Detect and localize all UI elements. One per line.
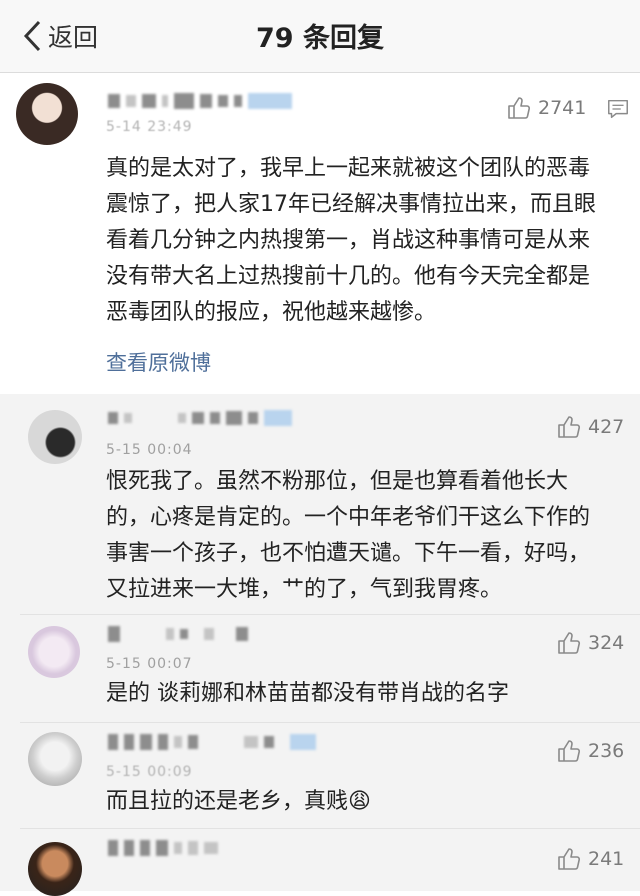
- page-title: 79 条回复: [256, 23, 384, 54]
- comment-time: 5-15 00:04: [106, 442, 193, 458]
- comment-time: 5-14 23:49: [106, 119, 193, 135]
- avatar[interactable]: [28, 732, 82, 786]
- avatar[interactable]: [16, 83, 78, 145]
- username-blurred[interactable]: [108, 840, 218, 856]
- like-count: 241: [588, 848, 625, 870]
- thumbs-up-icon: [558, 416, 581, 438]
- divider: [20, 614, 640, 615]
- comment-time: 5-15 00:09: [106, 764, 193, 780]
- like-count: 2741: [538, 97, 587, 119]
- like-button[interactable]: 324: [556, 630, 624, 656]
- comment-text: 而且拉的还是老乡，真贱😩: [106, 789, 371, 814]
- thumbs-up-icon: [558, 740, 581, 762]
- thumbs-up-icon: [508, 97, 531, 119]
- like-button[interactable]: 236: [556, 738, 624, 764]
- comment-card: 5-14 23:49 2741 真的是太对了，我早上一起来就被这个团队的恶毒震惊…: [0, 73, 640, 394]
- comment-icon[interactable]: [606, 97, 630, 121]
- thumbs-up-icon: [558, 632, 581, 654]
- like-count: 324: [588, 632, 625, 654]
- username-blurred[interactable]: [108, 734, 316, 750]
- view-original-link[interactable]: 查看原微博: [106, 347, 211, 377]
- thumbs-up-icon: [558, 848, 581, 870]
- like-count: 236: [588, 740, 625, 762]
- nav-bar: 返回 79 条回复: [0, 0, 640, 73]
- comment-text: 真的是太对了，我早上一起来就被这个团队的恶毒震惊了，把人家17年已经解决事情拉出…: [106, 156, 596, 325]
- like-button[interactable]: 241: [556, 846, 624, 872]
- username-blurred[interactable]: [108, 93, 292, 109]
- avatar[interactable]: [28, 626, 80, 678]
- avatar[interactable]: [28, 842, 82, 896]
- like-button[interactable]: 2741: [506, 95, 586, 121]
- like-count: 427: [588, 416, 625, 438]
- reply-list: 5-15 00:04 427 恨死我了。虽然不粉那位，但是也算看着他长大的，心疼…: [0, 394, 640, 896]
- comment-time: 5-15 00:07: [106, 656, 193, 672]
- username-blurred[interactable]: [108, 410, 292, 426]
- comment-text: 是的 谈莉娜和林苗苗都没有带肖战的名字: [106, 681, 509, 706]
- avatar[interactable]: [28, 410, 82, 464]
- divider: [20, 828, 640, 829]
- divider: [20, 722, 640, 723]
- username-blurred[interactable]: [108, 626, 248, 642]
- comment-text: 恨死我了。虽然不粉那位，但是也算看着他长大的，心疼是肯定的。一个中年老爷们干这么…: [106, 469, 591, 602]
- like-button[interactable]: 427: [556, 414, 624, 440]
